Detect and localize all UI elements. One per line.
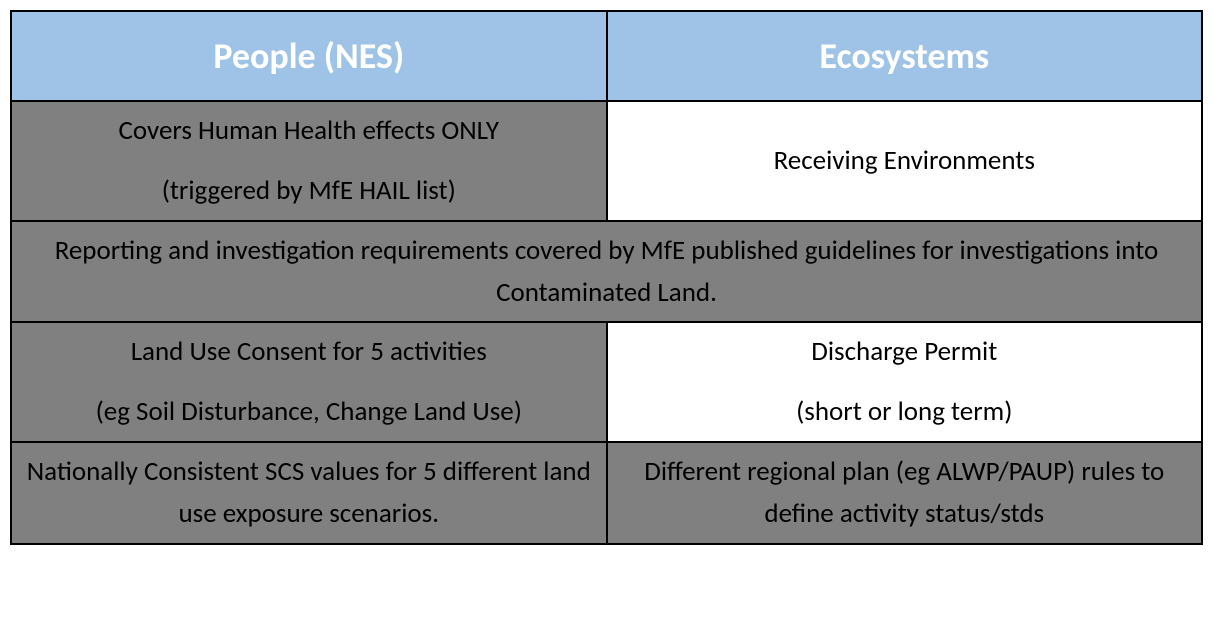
cell-human-health: Covers Human Health effects ONLY (trigge… [11, 101, 607, 221]
cell-subtext: (eg Soil Disturbance, Change Land Use) [16, 391, 602, 433]
cell-scs-values: Nationally Consistent SCS values for 5 d… [11, 442, 607, 544]
cell-text: Receiving Environments [774, 144, 1035, 177]
cell-reporting: Reporting and investigation requirements… [11, 221, 1202, 323]
row-3: Land Use Consent for 5 activities (eg So… [11, 322, 1202, 442]
header-ecosystems: Ecosystems [607, 11, 1203, 101]
cell-text: Nationally Consistent SCS values for 5 d… [27, 455, 591, 530]
cell-text: Covers Human Health effects ONLY [16, 110, 602, 152]
header-people: People (NES) [11, 11, 607, 101]
cell-subtext: (triggered by MfE HAIL list) [16, 170, 602, 212]
row-4: Nationally Consistent SCS values for 5 d… [11, 442, 1202, 544]
cell-text: Reporting and investigation requirements… [55, 234, 1159, 309]
cell-regional-plan: Different regional plan (eg ALWP/PAUP) r… [607, 442, 1203, 544]
header-row: People (NES) Ecosystems [11, 11, 1202, 101]
cell-text: Discharge Permit [612, 331, 1198, 373]
row-1: Covers Human Health effects ONLY (trigge… [11, 101, 1202, 221]
cell-land-use: Land Use Consent for 5 activities (eg So… [11, 322, 607, 442]
cell-receiving-env: Receiving Environments [607, 101, 1203, 221]
row-2: Reporting and investigation requirements… [11, 221, 1202, 323]
cell-subtext: (short or long term) [612, 391, 1198, 433]
cell-text: Land Use Consent for 5 activities [16, 331, 602, 373]
cell-discharge: Discharge Permit (short or long term) [607, 322, 1203, 442]
comparison-table: People (NES) Ecosystems Covers Human Hea… [10, 10, 1203, 545]
cell-text: Different regional plan (eg ALWP/PAUP) r… [644, 455, 1164, 530]
